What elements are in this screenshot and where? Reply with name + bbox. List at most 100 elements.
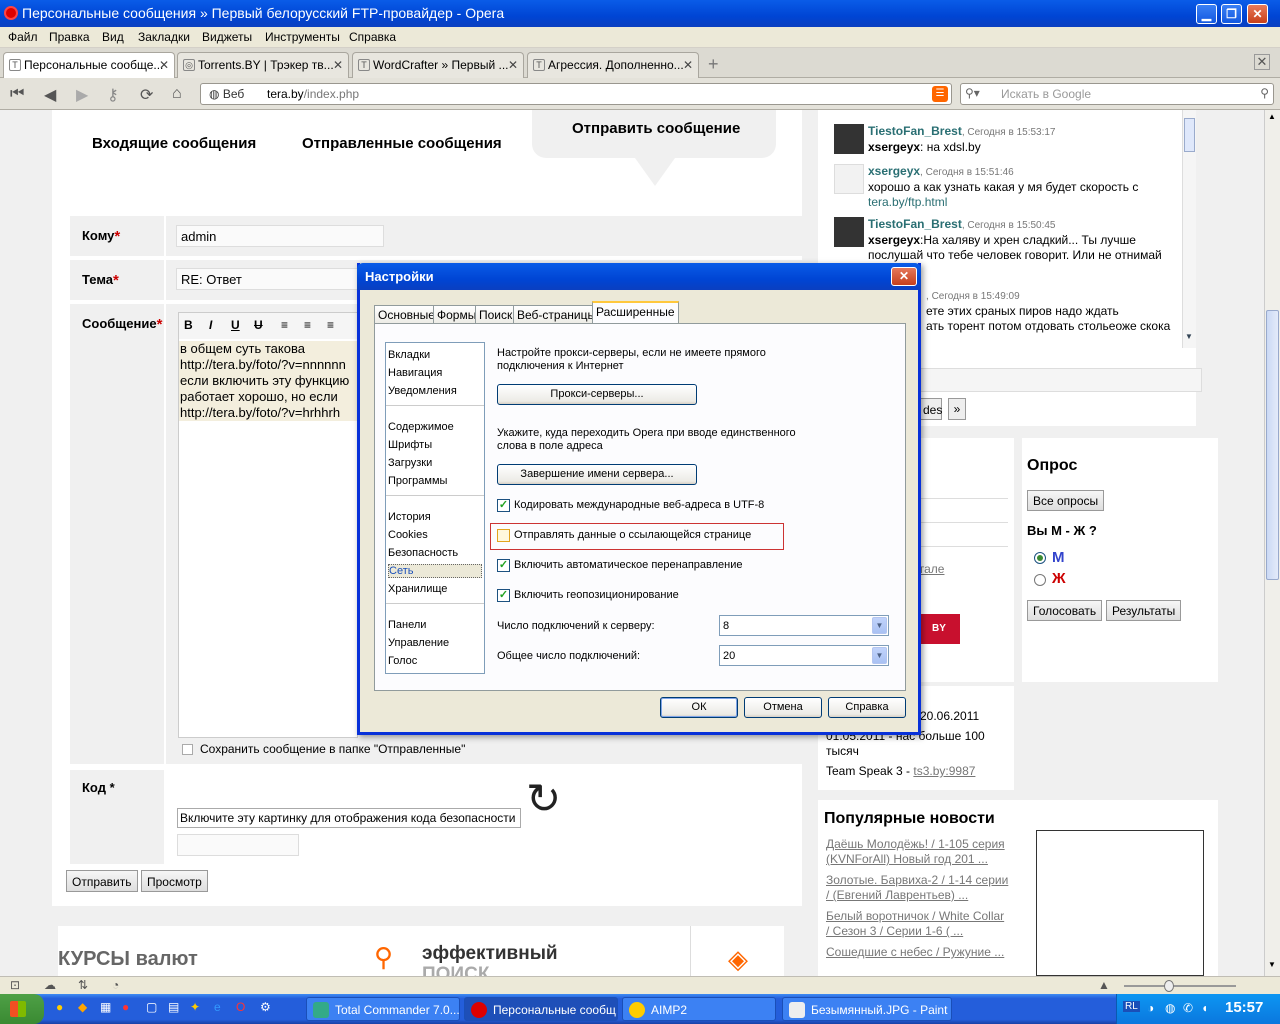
ie-quicklaunch-icon[interactable]: e <box>214 1000 221 1014</box>
chrome-quicklaunch-icon[interactable]: ● <box>122 1000 129 1014</box>
by-banner-icon[interactable]: BY <box>918 614 960 644</box>
results-button[interactable]: Результаты <box>1106 600 1182 621</box>
all-polls-button[interactable]: Все опросы <box>1027 490 1105 511</box>
app3-quicklaunch-icon[interactable]: ⚙ <box>260 1000 271 1014</box>
turbo-icon[interactable]: ◔ <box>112 978 119 992</box>
dialog-close-button[interactable]: ✕ <box>891 267 917 286</box>
teamspeak-link[interactable]: ts3.by:9987 <box>913 764 975 778</box>
refresh-captcha-icon[interactable]: ↻ <box>526 774 561 823</box>
opera-quicklaunch-icon[interactable]: O <box>236 1000 245 1014</box>
chat-author[interactable]: TiestoFan_Brest <box>868 217 962 231</box>
sent-tab[interactable]: Отправленные сообщения <box>302 135 502 152</box>
help-button[interactable]: Справка <box>828 697 906 718</box>
desktop-quicklaunch-icon[interactable]: ▢ <box>146 1000 157 1014</box>
close-button[interactable]: ✕ <box>1247 4 1268 24</box>
chat-author[interactable]: xsergeyx <box>868 164 920 178</box>
dialog-tab-general[interactable]: Основные <box>374 305 439 324</box>
tab-close-icon[interactable]: ✕ <box>508 58 518 72</box>
search-field[interactable]: ⚲▾ Искать в Google ⚲ <box>960 83 1274 105</box>
preview-button[interactable]: Просмотр <box>141 870 208 892</box>
forward-icon[interactable]: ▶ <box>76 85 88 105</box>
task-total-commander[interactable]: Total Commander 7.0... <box>306 997 460 1021</box>
menu-file[interactable]: Файл <box>8 30 38 44</box>
referrer-checkbox[interactable] <box>497 529 510 542</box>
maximize-button[interactable]: ❐ <box>1221 4 1242 24</box>
chat-link[interactable]: tera.by/ftp.html <box>868 195 947 209</box>
transfers-icon[interactable]: ⇅ <box>78 978 88 992</box>
scroll-up-icon[interactable]: ▲ <box>1268 112 1276 121</box>
popular-item[interactable]: Золотые. Барвиха-2 / 1-14 серии / (Евген… <box>826 873 1010 903</box>
category-storage[interactable]: Хранилище <box>388 583 447 595</box>
menu-help[interactable]: Справка <box>349 30 396 44</box>
to-input[interactable]: admin <box>176 225 384 247</box>
menu-bookmarks[interactable]: Закладки <box>138 30 190 44</box>
utf8-checkbox[interactable]: ✓ <box>497 499 510 512</box>
chat-author[interactable]: TiestoFan_Brest <box>868 124 962 138</box>
vote-button[interactable]: Голосовать <box>1027 600 1103 621</box>
rss-icon[interactable]: ☰ <box>932 86 948 102</box>
chat-more-button[interactable]: » <box>948 398 966 420</box>
menu-view[interactable]: Вид <box>102 30 124 44</box>
tab-close-icon[interactable]: ✕ <box>333 58 343 72</box>
task-aimp[interactable]: AIMP2 <box>622 997 776 1021</box>
dialog-tab-advanced[interactable]: Расширенные <box>592 301 679 325</box>
home-icon[interactable]: ⌂ <box>172 85 182 103</box>
category-fonts[interactable]: Шрифты <box>388 439 432 451</box>
category-network[interactable]: Сеть <box>388 564 482 578</box>
category-notifications[interactable]: Уведомления <box>388 385 457 397</box>
strike-icon[interactable]: U <box>254 318 263 332</box>
zoom-slider-knob[interactable] <box>1164 980 1174 992</box>
tray-icon[interactable]: ◍ <box>1165 1001 1175 1015</box>
reload-icon[interactable]: ⟳ <box>140 85 153 105</box>
app-quicklaunch-icon[interactable]: ◆ <box>78 1000 87 1014</box>
clock[interactable]: 15:57 <box>1225 999 1263 1016</box>
start-button[interactable] <box>0 994 44 1024</box>
bold-icon[interactable]: B <box>184 318 193 332</box>
chevron-down-icon[interactable]: ▼ <box>872 617 887 634</box>
unite-icon[interactable]: ☁ <box>44 978 56 992</box>
address-field[interactable]: ◍ Веб tera.by/index.php ☰ <box>200 83 952 105</box>
closed-tabs-icon[interactable]: ✕ <box>1254 54 1270 70</box>
align-right-icon[interactable]: ≡ <box>327 318 334 332</box>
popular-item[interactable]: Даёшь Молодёжь! / 1-105 серия (KVNForAll… <box>826 837 1010 867</box>
align-center-icon[interactable]: ≡ <box>304 318 311 332</box>
tab-close-icon[interactable]: ✕ <box>683 58 693 72</box>
task-opera[interactable]: Персональные сообщ... <box>464 997 618 1021</box>
chat-scroll-down-icon[interactable]: ▼ <box>1185 332 1193 341</box>
page-scrollbar[interactable]: ▲ ▼ <box>1264 110 1280 976</box>
tray-icon[interactable]: ◑ <box>1147 1001 1154 1015</box>
view-icon[interactable]: ▲ <box>1098 978 1110 992</box>
dialog-tab-forms[interactable]: Формы <box>433 305 481 324</box>
language-indicator[interactable]: RL <box>1123 1001 1140 1012</box>
chevron-down-icon[interactable]: ▼ <box>872 647 887 664</box>
new-tab-icon[interactable]: + <box>708 54 719 75</box>
app2-quicklaunch-icon[interactable]: ✦ <box>190 1000 200 1014</box>
category-control[interactable]: Управление <box>388 637 449 649</box>
redirect-checkbox[interactable]: ✓ <box>497 559 510 572</box>
back-icon[interactable]: ◀ <box>44 85 56 105</box>
news-partial-link[interactable]: гале <box>920 562 944 576</box>
task-paint[interactable]: Безымянный.JPG - Paint <box>782 997 952 1021</box>
tray-icon[interactable]: ✆ <box>1183 1001 1193 1015</box>
chat-scrollbar[interactable]: ▼ <box>1182 110 1196 348</box>
save-copy-checkbox[interactable] <box>182 744 193 755</box>
category-panels[interactable]: Панели <box>388 619 426 631</box>
scroll-thumb[interactable] <box>1266 310 1279 580</box>
server-connections-dropdown[interactable]: 8 ▼ <box>719 615 889 636</box>
category-tabs[interactable]: Вкладки <box>388 349 430 361</box>
menu-tools[interactable]: Инструменты <box>265 30 340 44</box>
code-input[interactable] <box>177 834 299 856</box>
rewind-icon[interactable]: ⏮ <box>10 85 24 103</box>
italic-icon[interactable]: I <box>209 318 212 332</box>
geolocation-checkbox[interactable]: ✓ <box>497 589 510 602</box>
align-left-icon[interactable]: ≡ <box>281 318 288 332</box>
tab-close-icon[interactable]: ✕ <box>159 58 169 72</box>
category-content[interactable]: Содержимое <box>388 421 454 433</box>
proxy-servers-button[interactable]: Прокси-серверы... <box>497 384 697 405</box>
minimize-button[interactable]: ▁ <box>1196 4 1217 24</box>
category-history[interactable]: История <box>388 511 431 523</box>
tab-torrents[interactable]: ◎ Torrents.BY | Трэкер тв... ✕ <box>177 52 349 78</box>
dialog-tab-webpages[interactable]: Веб-страницы <box>513 305 601 324</box>
scroll-down-icon[interactable]: ▼ <box>1268 960 1276 969</box>
chat-scroll-thumb[interactable] <box>1184 118 1195 152</box>
